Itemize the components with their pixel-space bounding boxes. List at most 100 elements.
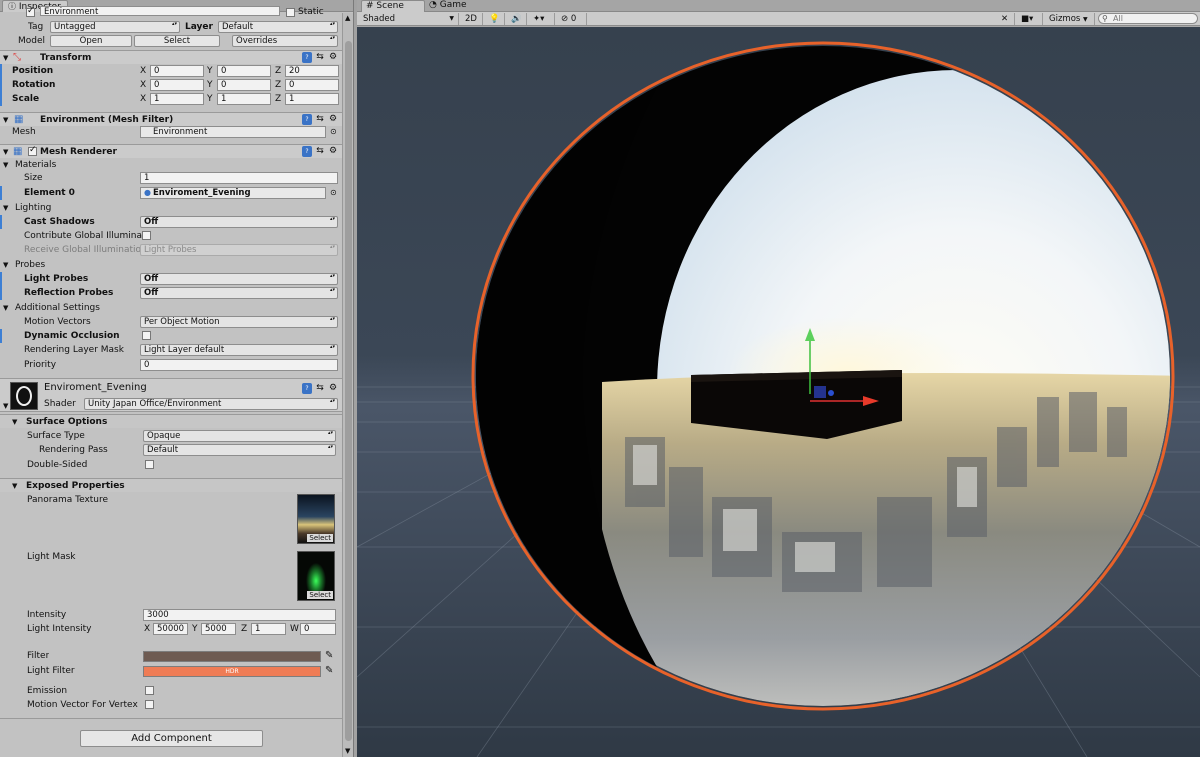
lighting-foldout-icon[interactable]: ▼ <box>3 203 8 213</box>
help-icon[interactable]: ? <box>302 114 312 125</box>
intensity-field[interactable]: 3000 <box>143 609 336 621</box>
object-active-checkbox[interactable] <box>26 6 35 17</box>
inspector-scrollbar[interactable]: ▲ ▼ <box>342 13 353 757</box>
camera-dropdown-icon[interactable]: ■▾ <box>1017 13 1043 25</box>
tools-icon[interactable]: ✕ <box>997 13 1015 25</box>
cast-shadows-dropdown[interactable]: Off <box>140 216 338 228</box>
rotation-z-field[interactable]: 0 <box>285 79 339 91</box>
motion-vertex-checkbox[interactable] <box>145 700 154 709</box>
tab-scene[interactable]: # Scene <box>361 0 425 12</box>
rotation-y-field[interactable]: 0 <box>217 79 271 91</box>
hierarchy-search-input[interactable]: ⚲ All <box>1098 13 1198 24</box>
preset-icon[interactable]: ⇆ <box>315 383 325 394</box>
light-intensity-z-field[interactable]: 1 <box>251 623 286 635</box>
light-mask-thumbnail[interactable]: Select <box>297 551 335 601</box>
gizmos-dropdown[interactable]: Gizmos ▼ <box>1045 13 1095 25</box>
help-icon[interactable]: ? <box>302 52 312 63</box>
scroll-down-icon[interactable]: ▼ <box>345 747 350 755</box>
panorama-texture-thumbnail[interactable]: Select <box>297 494 335 544</box>
surface-type-dropdown[interactable]: Opaque <box>143 430 336 442</box>
additional-settings-foldout-icon[interactable]: ▼ <box>3 303 8 313</box>
light-mask-select-button[interactable]: Select <box>307 591 333 599</box>
light-intensity-w-field[interactable]: 0 <box>300 623 336 635</box>
add-component-button[interactable]: Add Component <box>80 730 263 747</box>
probes-foldout[interactable]: ▼ Probes <box>0 258 342 272</box>
help-icon[interactable]: ? <box>302 383 312 394</box>
layer-dropdown[interactable]: Default <box>218 21 338 33</box>
hidden-objects-toggle[interactable]: ⊘ 0 <box>557 13 587 25</box>
rotation-x-field[interactable]: 0 <box>150 79 204 91</box>
object-name-field[interactable]: Environment <box>40 6 280 16</box>
element0-picker-icon[interactable]: ⊙ <box>330 186 337 200</box>
probes-foldout-icon[interactable]: ▼ <box>3 260 8 270</box>
gizmo-z-handle[interactable] <box>828 390 834 396</box>
scene-render[interactable] <box>357 27 1200 757</box>
light-intensity-x-field[interactable]: 50000 <box>153 623 188 635</box>
scale-x-field[interactable]: 1 <box>150 93 204 105</box>
model-overrides-dropdown[interactable]: Overrides <box>232 35 338 47</box>
exposed-properties-foldout-icon[interactable]: ▼ <box>12 481 17 491</box>
surface-options-header[interactable]: ▼ Surface Options <box>0 414 342 428</box>
help-icon[interactable]: ? <box>302 146 312 157</box>
contribute-gi-checkbox[interactable] <box>142 231 151 240</box>
emission-checkbox[interactable] <box>145 686 154 695</box>
mesh-field[interactable]: Environment <box>140 126 326 138</box>
2d-toggle-button[interactable]: 2D <box>461 13 483 25</box>
mesh-picker-icon[interactable]: ⊙ <box>330 125 337 139</box>
position-z-field[interactable]: 20 <box>285 65 339 77</box>
dynamic-occlusion-checkbox[interactable] <box>142 331 151 340</box>
lighting-foldout[interactable]: ▼ Lighting <box>0 201 342 215</box>
preset-icon[interactable]: ⇆ <box>315 114 325 125</box>
position-y-field[interactable]: 0 <box>217 65 271 77</box>
settings-icon[interactable]: ⚙ <box>328 383 338 394</box>
rendering-pass-dropdown[interactable]: Default <box>143 444 336 456</box>
model-open-button[interactable]: Open <box>50 35 132 47</box>
model-select-button[interactable]: Select <box>134 35 220 47</box>
static-checkbox[interactable] <box>286 8 295 17</box>
effects-dropdown-icon[interactable]: ✦▾ <box>529 13 555 25</box>
mesh-filter-header[interactable]: ▼ ▦ Environment (Mesh Filter) ? ⇆ ⚙ <box>0 112 342 126</box>
material-header[interactable]: ▼ Enviroment_Evening Shader Unity Japan … <box>0 378 342 412</box>
preset-icon[interactable]: ⇆ <box>315 146 325 157</box>
scale-z-field[interactable]: 1 <box>285 93 339 105</box>
preset-icon[interactable]: ⇆ <box>315 52 325 63</box>
tag-dropdown[interactable]: Untagged <box>50 21 180 33</box>
scroll-thumb[interactable] <box>345 41 352 741</box>
light-filter-color-field[interactable]: HDR <box>143 666 321 677</box>
mesh-renderer-foldout-icon[interactable]: ▼ <box>3 147 8 157</box>
rendering-layer-dropdown[interactable]: Light Layer default <box>140 344 338 356</box>
transform-foldout-icon[interactable]: ▼ <box>3 53 8 63</box>
filter-eyedropper-icon[interactable]: ✎ <box>325 649 333 663</box>
position-x-field[interactable]: 0 <box>150 65 204 77</box>
shading-mode-dropdown[interactable]: Shaded ▼ <box>359 13 459 25</box>
filter-color-field[interactable] <box>143 651 321 662</box>
surface-options-foldout-icon[interactable]: ▼ <box>12 417 17 427</box>
mesh-renderer-header[interactable]: ▼ ▦ Mesh Renderer ? ⇆ ⚙ <box>0 144 342 158</box>
transform-header[interactable]: ▼ ⤡ Transform ? ⇆ ⚙ <box>0 50 342 64</box>
priority-field[interactable]: 0 <box>140 359 338 371</box>
reflection-probes-dropdown[interactable]: Off <box>140 287 338 299</box>
element0-field[interactable]: Enviroment_Evening <box>140 187 326 199</box>
scene-viewport[interactable] <box>357 27 1200 757</box>
mesh-filter-foldout-icon[interactable]: ▼ <box>3 115 8 125</box>
exposed-properties-header[interactable]: ▼ Exposed Properties <box>0 478 342 492</box>
materials-foldout[interactable]: ▼ Materials <box>0 158 342 172</box>
scroll-up-icon[interactable]: ▲ <box>345 14 350 22</box>
additional-settings-foldout[interactable]: ▼ Additional Settings <box>0 301 342 315</box>
lighting-toggle-icon[interactable]: 💡 <box>485 13 505 25</box>
motion-vectors-dropdown[interactable]: Per Object Motion <box>140 316 338 328</box>
light-intensity-y-field[interactable]: 5000 <box>201 623 236 635</box>
mesh-renderer-enabled-checkbox[interactable] <box>28 145 37 156</box>
material-foldout-icon[interactable]: ▼ <box>3 401 8 411</box>
light-filter-eyedropper-icon[interactable]: ✎ <box>325 664 333 678</box>
materials-foldout-icon[interactable]: ▼ <box>3 160 8 170</box>
settings-icon[interactable]: ⚙ <box>328 52 338 63</box>
gizmo-plane-handle[interactable] <box>814 386 826 398</box>
materials-size-field[interactable]: 1 <box>140 172 338 184</box>
scale-y-field[interactable]: 1 <box>217 93 271 105</box>
audio-toggle-icon[interactable]: 🔊 <box>507 13 527 25</box>
settings-icon[interactable]: ⚙ <box>328 114 338 125</box>
settings-icon[interactable]: ⚙ <box>328 146 338 157</box>
shader-dropdown[interactable]: Unity Japan Office/Environment <box>84 398 338 410</box>
double-sided-checkbox[interactable] <box>145 460 154 469</box>
